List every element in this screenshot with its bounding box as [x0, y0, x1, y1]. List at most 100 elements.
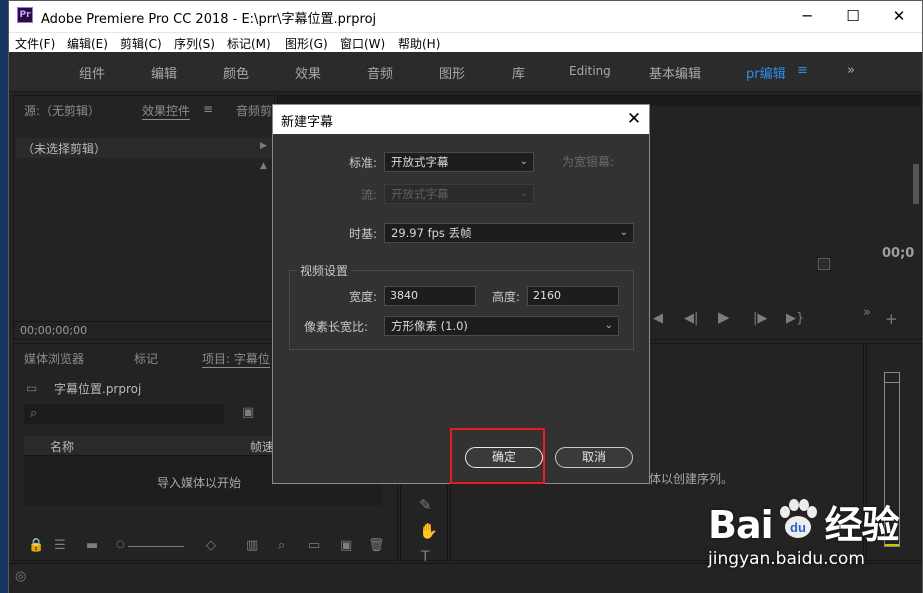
- new-bin-icon[interactable]: ▭: [308, 539, 320, 552]
- watermark-brand-right: 经验: [824, 503, 900, 547]
- workspace-editing-cn[interactable]: 编辑: [151, 63, 177, 82]
- menu-file[interactable]: 文件(F): [15, 35, 55, 52]
- timebase-value: 29.97 fps 丢帧: [391, 226, 472, 240]
- video-settings-group: [289, 270, 634, 350]
- menu-graphics[interactable]: 图形(G): [285, 35, 328, 52]
- dialog-title-bar[interactable]: 新建字幕 ✕: [273, 105, 649, 134]
- play-icon[interactable]: ▶: [718, 310, 730, 325]
- step-back-icon[interactable]: ◀: [653, 312, 663, 325]
- timebase-select[interactable]: 29.97 fps 丢帧 ⌄: [384, 223, 634, 243]
- automate-icon[interactable]: ▥: [246, 539, 258, 552]
- window-title: Adobe Premiere Pro CC 2018 - E:\prr\字幕位置…: [41, 12, 377, 27]
- list-view-icon[interactable]: ☰: [54, 539, 66, 552]
- effect-controls-menu-icon[interactable]: ≡: [203, 102, 213, 116]
- dialog-title: 新建字幕: [281, 115, 334, 130]
- workspace-color[interactable]: 颜色: [223, 63, 249, 82]
- program-timecode: 00;0: [882, 246, 915, 261]
- dialog-close-icon[interactable]: ✕: [621, 106, 647, 132]
- pen-tool-icon[interactable]: ✎: [419, 498, 432, 513]
- hand-tool-icon[interactable]: ✋: [419, 524, 438, 539]
- maximize-button[interactable]: ☐: [830, 1, 876, 32]
- workspace-assembly[interactable]: 组件: [79, 63, 105, 82]
- frame-forward-icon[interactable]: |▶: [753, 312, 767, 325]
- stream-select[interactable]: 开放式字幕 ⌄: [384, 184, 534, 204]
- workspace-libraries[interactable]: 库: [512, 63, 525, 82]
- source-timecode: 00;00;00;00: [20, 324, 88, 337]
- zoom-slider-icon[interactable]: ○: [116, 540, 125, 550]
- status-icon: ◎: [15, 569, 27, 584]
- standard-select[interactable]: 开放式字幕 ⌄: [384, 152, 534, 172]
- workspace-basic-editing[interactable]: 基本编辑: [649, 63, 701, 82]
- name-column-header[interactable]: 名称: [50, 438, 74, 455]
- cancel-button[interactable]: 取消: [555, 447, 633, 468]
- settings-icon[interactable]: »: [863, 306, 871, 319]
- height-input[interactable]: 2160: [527, 286, 619, 306]
- project-tab[interactable]: 项目: 字幕位: [202, 350, 270, 368]
- type-tool-icon[interactable]: T: [421, 550, 430, 564]
- audio-clip-mixer-tab[interactable]: 音频剪: [236, 102, 272, 119]
- import-media-hint: 导入媒体以开始: [157, 476, 242, 490]
- width-input[interactable]: 3840: [384, 286, 476, 306]
- workspace-audio[interactable]: 音频: [367, 63, 393, 82]
- minimize-button[interactable]: ─: [784, 1, 830, 32]
- workspace-overflow-icon[interactable]: »: [847, 63, 855, 78]
- widescreen-label: 为宽银幕:: [562, 155, 615, 169]
- frame-back-icon[interactable]: ◀|: [684, 312, 698, 325]
- pixel-aspect-value: 方形像素 (1.0): [391, 319, 468, 333]
- chevron-down-icon: ⌄: [604, 320, 613, 331]
- framerate-column-header[interactable]: 帧速: [250, 438, 274, 455]
- workspace-menu-icon[interactable]: ≡: [797, 63, 808, 78]
- premiere-app-icon: Pr: [17, 7, 33, 23]
- pixel-aspect-label: 像素长宽比:: [304, 320, 369, 334]
- menu-clip[interactable]: 剪辑(C): [120, 35, 162, 52]
- zoom-slider[interactable]: [128, 546, 184, 547]
- lock-icon[interactable]: 🔒: [28, 539, 44, 552]
- project-file-name: 字幕位置.prproj: [54, 382, 142, 396]
- new-item-icon[interactable]: ▣: [340, 539, 352, 552]
- add-button-icon[interactable]: +: [885, 312, 898, 327]
- source-panel: 源:（无剪辑） 效果控件 ≡ 音频剪 （未选择剪辑） ▶ ▲ 00;00;00;…: [13, 95, 275, 340]
- project-search-input[interactable]: [24, 404, 224, 424]
- timebase-label: 时基:: [349, 227, 378, 241]
- workspace-pr-editing[interactable]: pr编辑: [746, 63, 786, 82]
- stream-value: 开放式字幕: [391, 187, 449, 201]
- create-sequence-hint: 体以创建序列。: [649, 472, 734, 486]
- divider: [14, 321, 274, 322]
- menu-edit[interactable]: 编辑(E): [67, 35, 108, 52]
- step-forward-icon[interactable]: ▶}: [786, 312, 804, 325]
- chevron-down-icon: ⌄: [519, 156, 528, 167]
- menu-window[interactable]: 窗口(W): [340, 35, 385, 52]
- workspace-graphics[interactable]: 图形: [439, 63, 465, 82]
- menu-sequence[interactable]: 序列(S): [174, 35, 215, 52]
- widescreen-checkbox[interactable]: [818, 258, 830, 270]
- watermark-brand-left: Bai: [708, 503, 774, 547]
- menu-help[interactable]: 帮助(H): [398, 35, 440, 52]
- monitor-scrollbar[interactable]: [913, 164, 919, 204]
- source-tab[interactable]: 源:（无剪辑）: [24, 102, 100, 119]
- video-settings-label: 视频设置: [297, 262, 352, 279]
- icon-view-icon[interactable]: ▬: [86, 539, 98, 552]
- title-bar[interactable]: Pr Adobe Premiere Pro CC 2018 - E:\prr\字…: [9, 1, 922, 32]
- workspace-bar: 组件 编辑 颜色 效果 音频 图形 库 Editing 基本编辑 pr编辑 ≡ …: [9, 52, 922, 92]
- search-icon: ⌕: [30, 406, 38, 421]
- sort-icon[interactable]: ◇: [206, 539, 216, 552]
- markers-tab[interactable]: 标记: [134, 350, 158, 367]
- scroll-up-icon[interactable]: ▲: [260, 162, 267, 171]
- find-icon[interactable]: ▣: [242, 406, 254, 419]
- chevron-down-icon: ⌄: [619, 227, 628, 238]
- menu-marker[interactable]: 标记(M): [227, 35, 271, 52]
- trash-icon[interactable]: 🗑: [368, 539, 385, 552]
- effect-controls-tab[interactable]: 效果控件: [142, 102, 191, 120]
- workspace-effects[interactable]: 效果: [295, 63, 321, 82]
- annotation-highlight-box: [450, 428, 545, 484]
- workspace-editing[interactable]: Editing: [569, 64, 611, 78]
- find-bin-icon[interactable]: ⌕: [278, 539, 285, 552]
- meter-peak-line: [885, 382, 899, 383]
- pixel-aspect-select[interactable]: 方形像素 (1.0) ⌄: [384, 316, 619, 336]
- media-browser-tab[interactable]: 媒体浏览器: [24, 350, 84, 367]
- watermark-url: jingyan.baidu.com: [708, 549, 865, 569]
- height-label: 高度:: [492, 290, 521, 304]
- play-arrow-icon[interactable]: ▶: [260, 142, 267, 151]
- standard-value: 开放式字幕: [391, 155, 449, 169]
- close-button[interactable]: ✕: [876, 1, 922, 32]
